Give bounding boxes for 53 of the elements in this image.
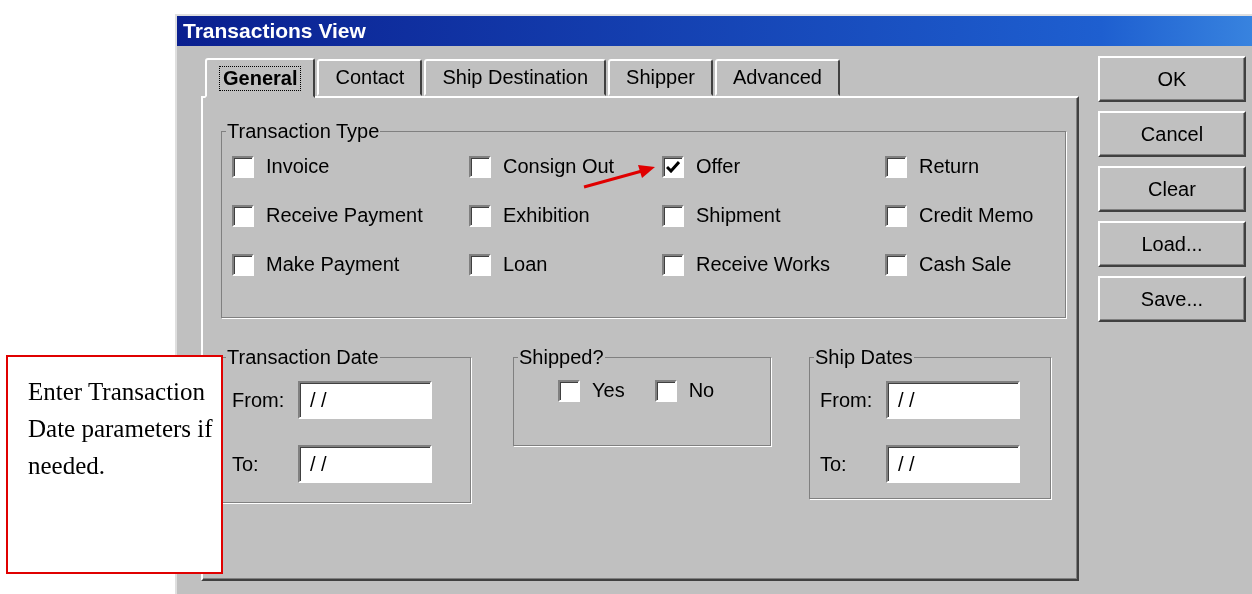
checkbox-label[interactable]: Offer — [696, 155, 741, 178]
dialog-button[interactable]: Clear — [1098, 166, 1246, 212]
checkbox[interactable] — [232, 155, 254, 178]
dialog-button[interactable]: Load... — [1098, 221, 1246, 267]
date-field[interactable]: / / — [886, 381, 1020, 419]
group-title: Ship Dates — [814, 346, 914, 369]
field-label: To: — [232, 452, 260, 476]
checkbox[interactable] — [232, 204, 254, 227]
group-title: Transaction Date — [226, 346, 380, 369]
checkbox-label[interactable]: Yes — [592, 379, 625, 402]
checkbox-label[interactable]: Consign Out — [503, 155, 615, 178]
checkbox-label[interactable]: Receive Works — [696, 253, 831, 276]
checkbox-label[interactable]: Cash Sale — [919, 253, 1012, 276]
checkbox[interactable] — [662, 155, 684, 178]
checkbox-label[interactable]: Credit Memo — [919, 204, 1034, 227]
checkbox-label[interactable]: Exhibition — [503, 204, 590, 227]
checkbox[interactable] — [232, 253, 254, 276]
date-field[interactable]: / / — [298, 445, 432, 483]
window-title: Transactions View — [177, 16, 1252, 46]
checkbox[interactable] — [662, 204, 684, 227]
field-label: From: — [232, 388, 286, 412]
date-field[interactable]: / / — [298, 381, 432, 419]
tab[interactable]: Shipper — [608, 59, 713, 96]
group-title: Shipped? — [518, 346, 605, 369]
group-title: Transaction Type — [226, 120, 381, 143]
tab[interactable]: Advanced — [715, 59, 840, 96]
checkbox-label[interactable]: No — [688, 379, 715, 402]
field-label: From: — [820, 388, 874, 412]
checkbox[interactable] — [469, 155, 491, 178]
tab[interactable]: Contact — [317, 59, 423, 96]
checkbox-label[interactable]: Loan — [503, 253, 548, 276]
dialog-button[interactable]: Save... — [1098, 276, 1246, 322]
checkbox[interactable] — [662, 253, 684, 276]
checkbox[interactable] — [469, 253, 491, 276]
checkbox-label[interactable]: Return — [919, 155, 980, 178]
checkbox-label[interactable]: Shipment — [696, 204, 781, 227]
checkbox[interactable] — [885, 253, 907, 276]
checkbox-label[interactable]: Make Payment — [266, 253, 400, 276]
checkbox-label[interactable]: Invoice — [266, 155, 330, 178]
checkbox-label[interactable]: Receive Payment — [266, 204, 423, 227]
dialog-button[interactable]: OK — [1098, 56, 1246, 102]
tab[interactable]: General — [205, 58, 316, 98]
checkbox[interactable] — [469, 204, 491, 227]
checkbox[interactable] — [654, 379, 677, 402]
tab[interactable]: Ship Destination — [424, 59, 607, 96]
checkmark-icon — [666, 160, 680, 173]
checkbox[interactable] — [885, 155, 907, 178]
field-label: To: — [820, 452, 848, 476]
checkbox[interactable] — [885, 204, 907, 227]
dialog-button[interactable]: Cancel — [1098, 111, 1246, 157]
date-field[interactable]: / / — [886, 445, 1020, 483]
checkbox[interactable] — [558, 379, 580, 402]
callout-note: Enter Transaction Date parameters if needed. — [6, 355, 223, 574]
